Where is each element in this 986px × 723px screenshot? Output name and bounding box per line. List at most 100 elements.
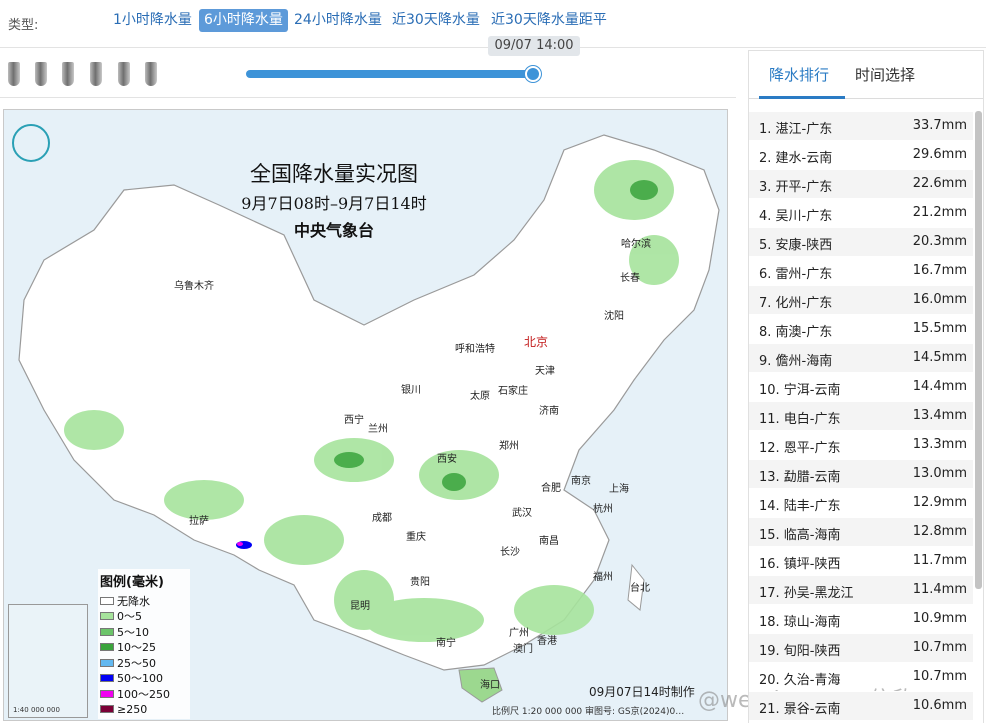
legend-item: 5～10 bbox=[98, 624, 190, 640]
city-label: 台北 bbox=[630, 583, 650, 594]
list-item[interactable]: 18. 琼山-海南 10.9mm bbox=[749, 605, 973, 634]
legend-swatch bbox=[100, 658, 114, 667]
south-china-sea-inset: 1:40 000 000 bbox=[8, 604, 88, 718]
list-item[interactable]: 2. 建水-云南 29.6mm bbox=[749, 141, 973, 170]
play-icon[interactable] bbox=[62, 62, 74, 86]
city-label: 兰州 bbox=[368, 424, 388, 435]
last-frame-icon[interactable] bbox=[118, 62, 130, 86]
station-name: 6. 雷州-广东 bbox=[759, 267, 833, 282]
legend-label: ≥250 bbox=[117, 702, 148, 716]
map-scale-text: 比例尺 1:20 000 000 审图号: GS京(2024)0… bbox=[492, 707, 685, 717]
ranking-list: 1. 湛江-广东 33.7mm 2. 建水-云南 29.6mm 3. 开平-广东 22… bbox=[749, 112, 973, 721]
station-name: 8. 南澳-广东 bbox=[759, 325, 833, 340]
list-item[interactable]: 8. 南澳-广东 15.5mm bbox=[749, 315, 973, 344]
precip-value: 15.5mm bbox=[912, 321, 967, 336]
city-label: 福州 bbox=[593, 572, 613, 583]
tab-30d-precip[interactable]: 近30天降水量 bbox=[387, 9, 485, 32]
city-label: 西宁 bbox=[344, 415, 364, 426]
precip-value: 21.2mm bbox=[912, 205, 967, 220]
list-item[interactable]: 4. 吴川-广东 21.2mm bbox=[749, 199, 973, 228]
legend-swatch bbox=[100, 612, 114, 621]
city-label: 西安 bbox=[437, 454, 457, 465]
list-item[interactable]: 10. 宁洱-云南 14.4mm bbox=[749, 373, 973, 402]
list-item[interactable]: 21. 景谷-云南 10.6mm bbox=[749, 692, 973, 721]
list-item[interactable]: 19. 旬阳-陕西 10.7mm bbox=[749, 634, 973, 663]
station-name: 16. 镇坪-陕西 bbox=[759, 557, 841, 572]
legend-label: 无降水 bbox=[117, 594, 150, 608]
next-frame-icon[interactable] bbox=[90, 62, 102, 86]
precip-value: 10.7mm bbox=[912, 669, 967, 684]
inset-scale: 1:40 000 000 bbox=[13, 706, 60, 714]
city-label: 沈阳 bbox=[604, 311, 624, 322]
list-item[interactable]: 12. 恩平-广东 13.3mm bbox=[749, 431, 973, 460]
station-name: 17. 孙吴-黑龙江 bbox=[759, 586, 854, 601]
map-agency: 中央气象台 bbox=[293, 221, 374, 240]
list-item[interactable]: 13. 勐腊-云南 13.0mm bbox=[749, 460, 973, 489]
list-item[interactable]: 11. 电白-广东 13.4mm bbox=[749, 402, 973, 431]
city-label: 长春 bbox=[620, 273, 640, 284]
list-item[interactable]: 1. 湛江-广东 33.7mm bbox=[749, 112, 973, 141]
city-label: 广州 bbox=[509, 628, 529, 639]
city-label: 海口 bbox=[480, 680, 500, 691]
list-item[interactable]: 9. 儋州-海南 14.5mm bbox=[749, 344, 973, 373]
city-label: 重庆 bbox=[406, 532, 426, 543]
legend-label: 5～10 bbox=[117, 625, 149, 639]
precip-value: 13.3mm bbox=[912, 437, 967, 452]
speed-icon[interactable] bbox=[145, 62, 157, 86]
city-label: 昆明 bbox=[350, 601, 370, 612]
app-root: 类型: 1小时降水量 6小时降水量 24小时降水量 近30天降水量 近30天降水… bbox=[0, 0, 986, 723]
legend-label: 100～250 bbox=[117, 687, 170, 701]
legend-item: 25～50 bbox=[98, 655, 190, 671]
city-label: 香港 bbox=[537, 636, 557, 647]
city-label: 上海 bbox=[609, 484, 629, 495]
city-label: 天津 bbox=[535, 366, 555, 377]
list-item[interactable]: 7. 化州-广东 16.0mm bbox=[749, 286, 973, 315]
city-label: 南宁 bbox=[436, 638, 456, 649]
list-item[interactable]: 14. 陆丰-广东 12.9mm bbox=[749, 489, 973, 518]
precipitation-map[interactable]: 全国降水量实况图 9月7日08时–9月7日14时 中央气象台 乌鲁木齐 哈尔滨 … bbox=[3, 109, 728, 721]
legend-item: 100～250 bbox=[98, 686, 190, 702]
list-item[interactable]: 16. 镇坪-陕西 11.7mm bbox=[749, 547, 973, 576]
prev-frame-icon[interactable] bbox=[35, 62, 47, 86]
precip-value: 29.6mm bbox=[912, 147, 967, 162]
legend-label: 25～50 bbox=[117, 656, 156, 670]
precip-value: 20.3mm bbox=[912, 234, 967, 249]
tab-30d-anomaly[interactable]: 近30天降水量距平 bbox=[486, 9, 612, 32]
tab-6h-precip[interactable]: 6小时降水量 bbox=[199, 9, 288, 32]
station-name: 18. 琼山-海南 bbox=[759, 615, 841, 630]
capital-label: 北京 bbox=[524, 335, 549, 349]
list-item[interactable]: 3. 开平-广东 22.6mm bbox=[749, 170, 973, 199]
first-frame-icon[interactable] bbox=[8, 62, 20, 86]
tab-24h-precip[interactable]: 24小时降水量 bbox=[289, 9, 387, 32]
tab-time-select[interactable]: 时间选择 bbox=[855, 64, 915, 85]
map-subtitle: 9月7日08时–9月7日14时 bbox=[241, 194, 427, 213]
city-label: 银川 bbox=[401, 385, 421, 396]
city-label: 贵阳 bbox=[410, 577, 430, 588]
time-slider-knob[interactable] bbox=[525, 66, 541, 82]
tab-1h-precip[interactable]: 1小时降水量 bbox=[108, 9, 197, 32]
precip-value: 10.7mm bbox=[912, 640, 967, 655]
ranking-panel: 降水排行 时间选择 1. 湛江-广东 33.7mm 2. 建水-云南 29.6mm … bbox=[748, 50, 984, 723]
ranking-scrollbar[interactable] bbox=[975, 111, 982, 589]
time-slider-track[interactable] bbox=[246, 70, 536, 78]
city-label: 合肥 bbox=[541, 483, 561, 494]
legend-swatch bbox=[100, 674, 114, 683]
station-name: 14. 陆丰-广东 bbox=[759, 499, 841, 514]
list-item[interactable]: 15. 临高-海南 12.8mm bbox=[749, 518, 973, 547]
list-item[interactable]: 6. 雷州-广东 16.7mm bbox=[749, 257, 973, 286]
tab-precip-ranking[interactable]: 降水排行 bbox=[769, 64, 829, 85]
legend-swatch bbox=[100, 705, 114, 714]
city-label: 呼和浩特 bbox=[455, 344, 495, 355]
precip-value: 16.0mm bbox=[912, 292, 967, 307]
list-item[interactable]: 20. 久治-青海 10.7mm bbox=[749, 663, 973, 692]
precip-value: 10.6mm bbox=[912, 698, 967, 713]
precip-value: 12.8mm bbox=[912, 524, 967, 539]
list-item[interactable]: 5. 安康-陕西 20.3mm bbox=[749, 228, 973, 257]
station-name: 15. 临高-海南 bbox=[759, 528, 841, 543]
city-label: 太原 bbox=[470, 391, 490, 402]
station-name: 19. 旬阳-陕西 bbox=[759, 644, 841, 659]
timeline-bar bbox=[0, 56, 736, 98]
list-item[interactable]: 17. 孙吴-黑龙江 11.4mm bbox=[749, 576, 973, 605]
station-name: 13. 勐腊-云南 bbox=[759, 470, 841, 485]
active-tab-indicator bbox=[759, 96, 845, 99]
